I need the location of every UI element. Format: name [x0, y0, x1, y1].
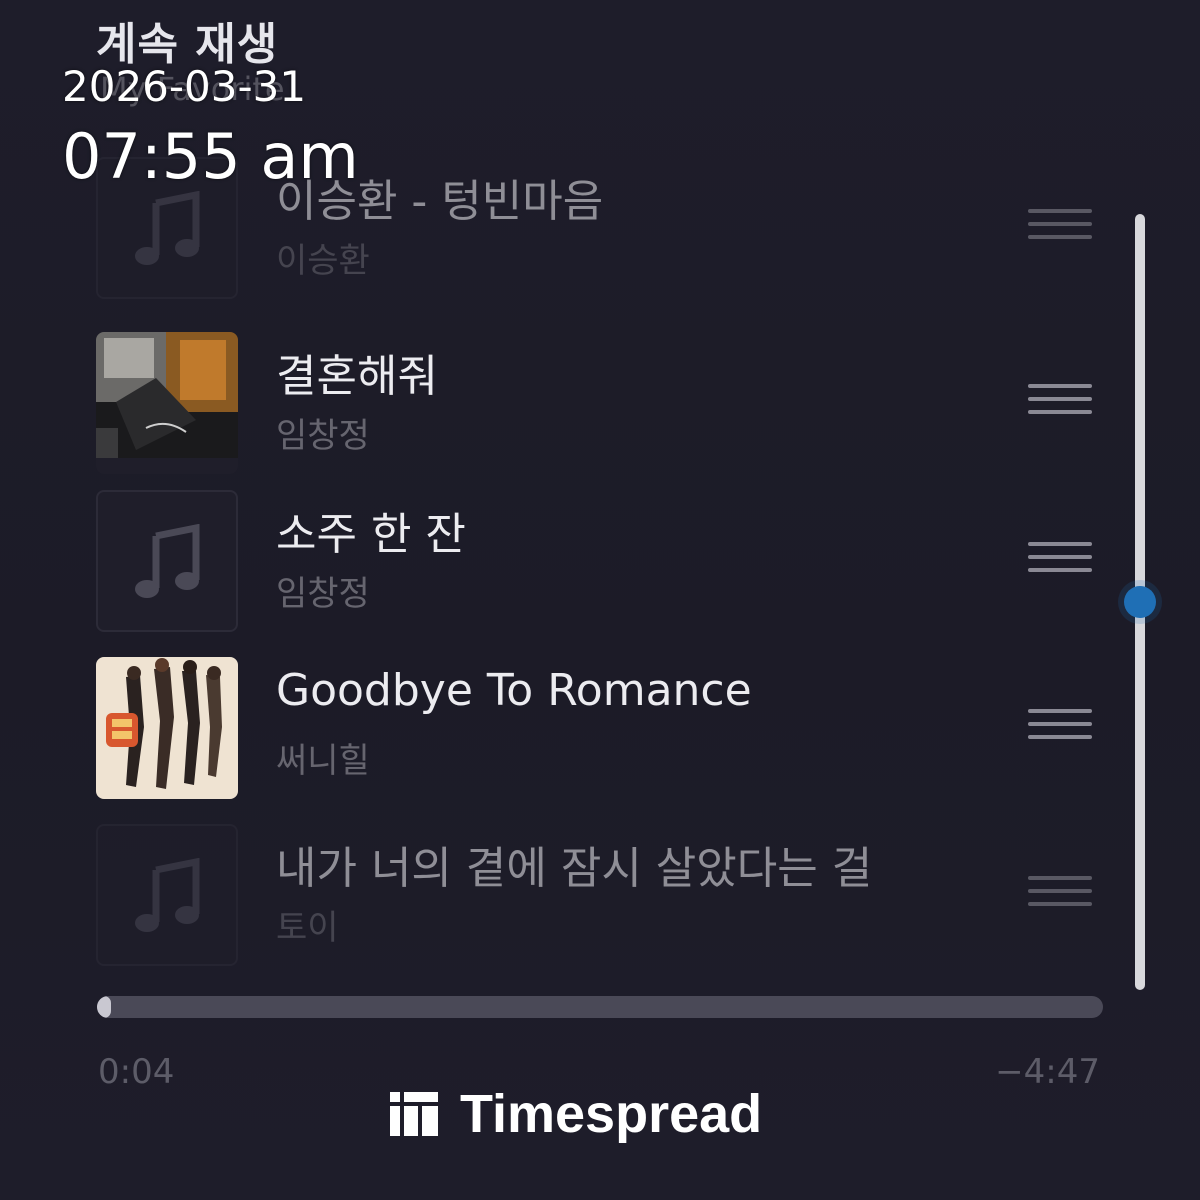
drag-handle-icon[interactable]	[1028, 709, 1092, 741]
list-item[interactable]: Goodbye To Romance 써니힐	[96, 657, 1106, 801]
album-art-placeholder	[96, 824, 238, 966]
list-item[interactable]: 내가 너의 곁에 잠시 살았다는 걸 토이	[96, 824, 1106, 968]
playback-progress-fill	[97, 996, 112, 1018]
track-artist: 이승환	[276, 241, 370, 281]
drag-handle-icon[interactable]	[1028, 209, 1092, 241]
album-art	[96, 657, 238, 799]
album-art-placeholder	[96, 490, 238, 632]
watermark-text: Timespread	[460, 1084, 763, 1144]
music-note-icon	[135, 191, 200, 265]
list-item[interactable]: 결혼해줘 임창정	[96, 332, 1106, 476]
track-artist: 임창정	[276, 416, 370, 456]
track-artist: 임창정	[276, 574, 370, 614]
drag-handle-icon[interactable]	[1028, 542, 1092, 574]
track-title: 내가 너의 곁에 잠시 살았다는 걸	[276, 843, 873, 894]
track-artist: 토이	[276, 908, 339, 948]
music-note-icon	[135, 858, 200, 932]
track-title: Goodbye To Romance	[276, 665, 752, 716]
track-title: 결혼해줘	[276, 351, 438, 402]
album-art	[96, 332, 238, 474]
timespread-logo-icon	[390, 1092, 438, 1136]
player-screen: 계속 재생 My Favorite 이승환 - 텅빈마음 이승환 결혼해줘 임창…	[0, 0, 1200, 1200]
watermark: Timespread	[390, 1084, 762, 1144]
music-note-icon	[135, 524, 200, 598]
drag-handle-icon[interactable]	[1028, 876, 1092, 908]
timestamp-date: 2026-03-31	[62, 62, 307, 111]
list-item[interactable]: 소주 한 잔 임창정	[96, 490, 1106, 634]
drag-handle-icon[interactable]	[1028, 384, 1092, 416]
timestamp-time: 07:55 am	[62, 120, 359, 193]
volume-slider-thumb[interactable]	[1124, 586, 1156, 618]
track-artist: 써니힐	[276, 741, 370, 781]
album-cover-image	[96, 657, 238, 799]
elapsed-time: 0:04	[98, 1052, 175, 1092]
track-title: 소주 한 잔	[276, 509, 466, 560]
playback-progress-bar[interactable]	[97, 996, 1103, 1018]
album-cover-image	[96, 332, 238, 458]
remaining-time: −4:47	[995, 1052, 1100, 1092]
